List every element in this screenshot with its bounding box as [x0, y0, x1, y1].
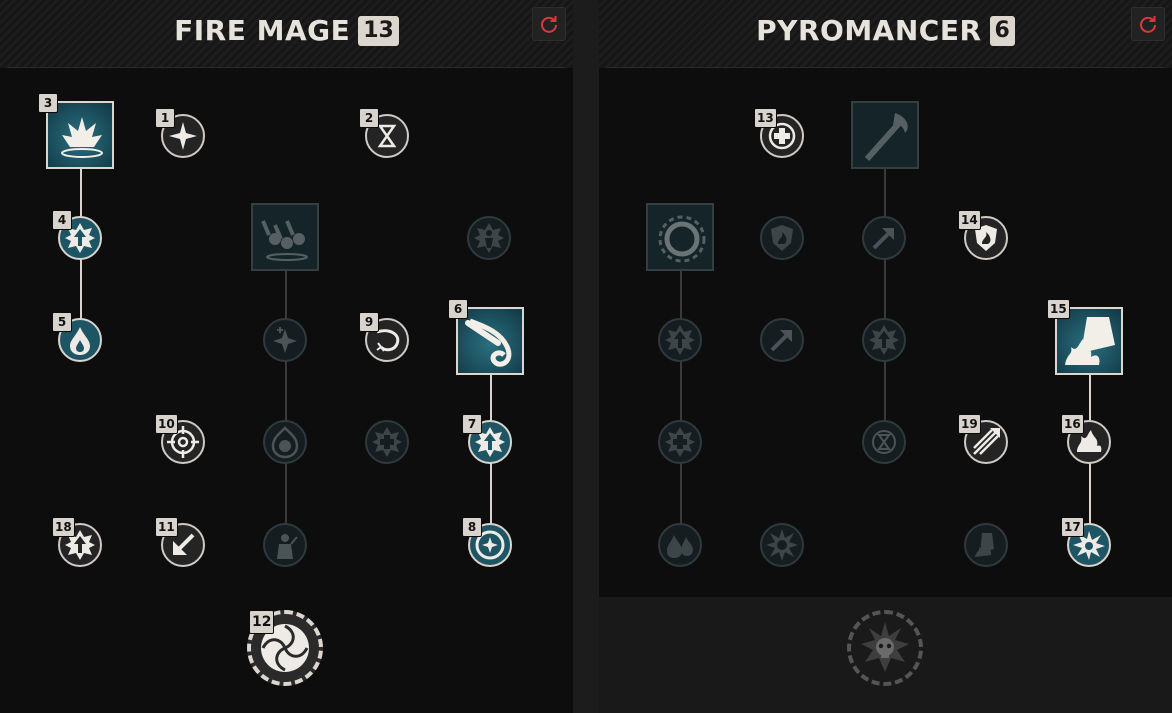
rank-badge: 15 [1047, 299, 1070, 319]
arrow-up-burst-icon [665, 325, 695, 355]
reset-icon [1140, 16, 1156, 33]
skill-node[interactable] [760, 216, 804, 260]
rank-badge: 9 [359, 312, 379, 332]
skill-node[interactable]: 5 [52, 312, 102, 362]
skill-node[interactable] [862, 216, 906, 260]
level-badge: 6 [989, 15, 1015, 46]
burning-figure-icon [474, 223, 504, 253]
rank-badge: 13 [754, 108, 777, 128]
skill-node[interactable]: 2 [359, 108, 409, 158]
reset-button[interactable] [1131, 7, 1165, 41]
skill-node[interactable] [658, 318, 702, 362]
rank-badge: 16 [1061, 414, 1084, 434]
skill-node[interactable] [862, 318, 906, 362]
pyromancer-panel: PYROMANCER 6 13 14 15 19 16 17 [599, 0, 1172, 713]
skill-node[interactable]: 14 [958, 210, 1008, 260]
panel-title: FIRE MAGE [174, 14, 351, 47]
skill-node[interactable] [263, 318, 307, 362]
skill-node[interactable]: 4 [52, 210, 102, 260]
skill-node[interactable] [760, 318, 804, 362]
exploding-skull-icon [861, 622, 909, 672]
rank-badge: 1 [155, 108, 175, 128]
skill-node[interactable] [862, 420, 906, 464]
rank-badge: 7 [462, 414, 482, 434]
skill-node[interactable]: 8 [462, 517, 512, 567]
burning-boot-icon [975, 533, 994, 557]
reset-button[interactable] [532, 7, 566, 41]
cross-burst-icon [372, 427, 402, 457]
capstone-node[interactable]: 12 [247, 610, 323, 686]
arrow-up-burst-icon [869, 325, 899, 355]
rank-badge: 6 [448, 299, 468, 319]
fire-ring-icon [658, 215, 706, 263]
connector [884, 169, 886, 443]
skill-node[interactable]: 3 [38, 93, 114, 169]
panel-title: PYROMANCER [756, 14, 982, 47]
skill-node[interactable] [646, 203, 714, 271]
fire-mage-header: FIRE MAGE 13 [0, 0, 573, 68]
rank-badge: 4 [52, 210, 72, 230]
skill-node[interactable]: 16 [1061, 414, 1111, 464]
fire-drops-icon [667, 535, 693, 558]
arrow-up-right-icon [872, 228, 894, 250]
cross-burst-icon [665, 427, 695, 457]
skill-node[interactable] [365, 420, 409, 464]
spiked-ball-icon [766, 529, 798, 561]
level-badge: 13 [358, 15, 399, 46]
skill-node[interactable] [467, 216, 511, 260]
skill-node[interactable]: 6 [448, 299, 524, 375]
flame-burst-icon [61, 117, 103, 158]
skill-node[interactable]: 11 [155, 517, 205, 567]
skill-node[interactable] [658, 420, 702, 464]
skill-node[interactable] [658, 523, 702, 567]
flaming-skull-icon [271, 426, 299, 459]
skill-node[interactable]: 7 [462, 414, 512, 464]
capstone-node[interactable] [847, 610, 923, 686]
connector [680, 271, 682, 545]
mage-figure-icon [277, 534, 298, 559]
comet-icon [465, 318, 512, 367]
skill-node[interactable]: 10 [155, 414, 205, 464]
skill-node[interactable] [263, 523, 307, 567]
sparkle-plus-icon [273, 327, 297, 353]
skill-node[interactable] [851, 101, 919, 169]
rank-badge: 17 [1061, 517, 1084, 537]
rank-badge: 2 [359, 108, 379, 128]
meteor-shower-icon [261, 220, 308, 261]
skill-node[interactable]: 13 [754, 108, 804, 158]
flaming-staff-icon [864, 113, 908, 162]
skill-node[interactable]: 15 [1047, 299, 1123, 375]
skill-node[interactable]: 9 [359, 312, 409, 362]
skill-node[interactable]: 18 [52, 517, 102, 567]
connector [285, 271, 287, 545]
skill-node[interactable] [251, 203, 319, 271]
fire-shield-icon [771, 225, 793, 251]
reset-icon [541, 16, 557, 33]
skill-node[interactable] [964, 523, 1008, 567]
skill-node[interactable] [263, 420, 307, 464]
rank-badge: 10 [155, 414, 178, 434]
skill-node[interactable] [760, 523, 804, 567]
fire-mage-panel: FIRE MAGE 13 3 1 2 4 5 9 6 10 7 18 11 8 … [0, 0, 573, 713]
pyromancer-header: PYROMANCER 6 [599, 0, 1172, 68]
rank-badge: 11 [155, 517, 178, 537]
skill-node[interactable]: 19 [958, 414, 1008, 464]
rank-badge: 5 [52, 312, 72, 332]
skill-node[interactable]: 17 [1061, 517, 1111, 567]
burning-boot-icon [1065, 317, 1115, 365]
rank-badge: 18 [52, 517, 75, 537]
panel-divider [573, 0, 599, 713]
rank-badge: 3 [38, 93, 58, 113]
rank-badge: 14 [958, 210, 981, 230]
hourglass-icon [872, 430, 896, 454]
arrow-up-right-icon [770, 330, 792, 352]
rank-badge: 12 [249, 610, 275, 634]
rank-badge: 19 [958, 414, 981, 434]
rank-badge: 8 [462, 517, 482, 537]
skill-node[interactable]: 1 [155, 108, 205, 158]
